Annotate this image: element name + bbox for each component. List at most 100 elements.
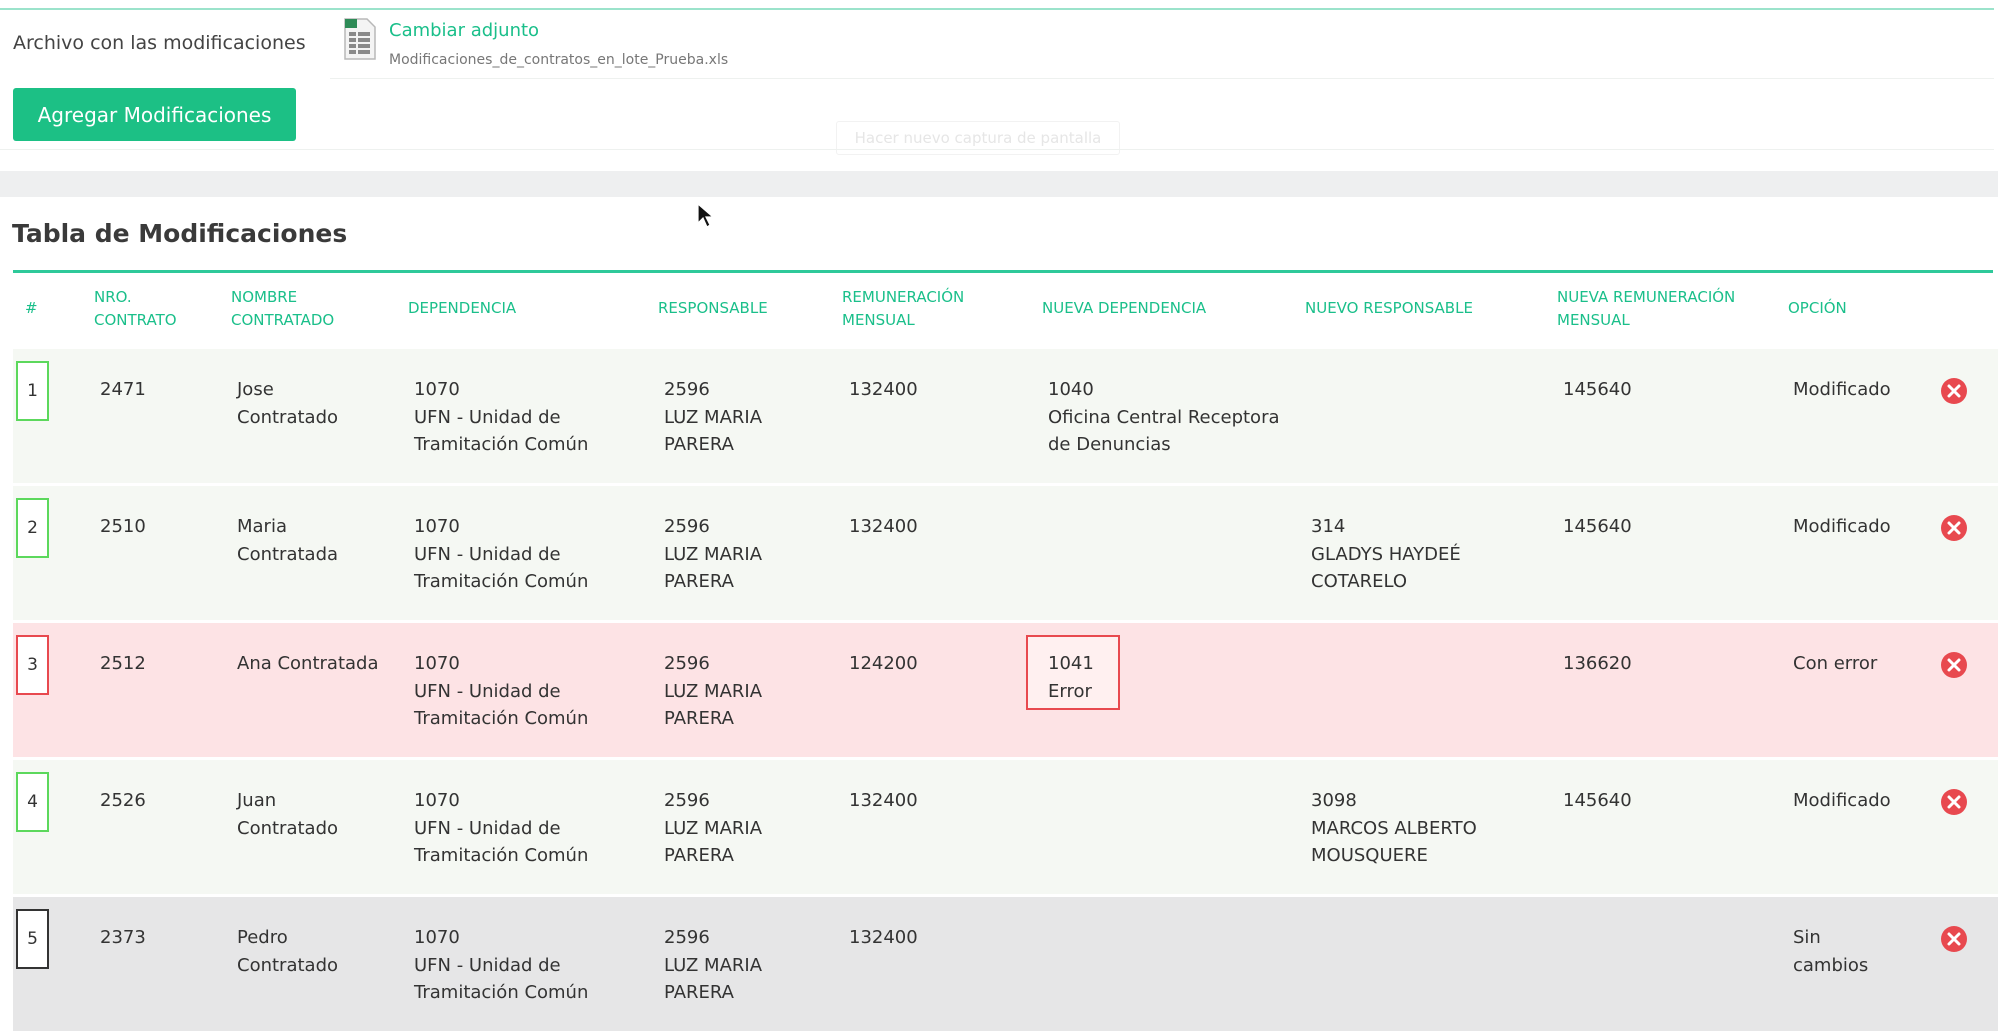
responsible-code: 2596 [664,653,710,674]
new-responsible-line: MOUSQUERE [1311,845,1428,866]
remove-circle-x-icon[interactable] [1940,514,1968,542]
attachment-label: Archivo con las modificaciones [13,32,306,54]
name-line: Juan [237,790,277,811]
header-new-salary[interactable]: NUEVA REMUNERACIÓN MENSUAL [1557,286,1735,332]
responsible-line: LUZ MARIA [664,543,763,565]
row-status: Modificado [1793,376,1891,404]
attachment-file-name: Modificaciones_de_contratos_en_lote_Prue… [389,52,729,68]
dependency-line: UFN - Unidad de [414,817,561,839]
remove-circle-x-icon[interactable] [1940,377,1968,405]
header-line: CONTRATADO [231,311,335,329]
header-contract-number[interactable]: NRO. CONTRATO [94,286,177,332]
responsible-line: LUZ MARIA [664,406,763,428]
header-new-dependency[interactable]: NUEVA DEPENDENCIA [1042,297,1206,320]
dependency-code: 1070 [414,379,460,400]
table-row: 3 2512 Ana Contratada 1070 UFN - Unidad … [13,623,1998,757]
responsible: 2596 LUZ MARIA PARERA [664,376,762,459]
responsible-line: LUZ MARIA [664,817,763,839]
dependency: 1070 UFN - Unidad de Tramitación Común [414,924,588,1007]
dependency: 1070 UFN - Unidad de Tramitación Común [414,787,588,870]
section-separator [0,171,1998,197]
responsible: 2596 LUZ MARIA PARERA [664,924,762,1007]
new-monthly-salary: 145640 [1563,516,1632,537]
row-index: 2 [16,498,49,558]
name-line: Jose [237,379,274,400]
monthly-salary: 132400 [849,927,918,948]
new-responsible-code: 3098 [1311,790,1357,811]
new-responsible-line: COTARELO [1311,571,1408,592]
new-responsible: 314 GLADYS HAYDEÉ COTARELO [1311,513,1461,596]
remove-circle-x-icon[interactable] [1940,788,1968,816]
header-line: REMUNERACIÓN [842,288,965,306]
new-responsible: 3098 MARCOS ALBERTO MOUSQUERE [1311,787,1477,870]
dependency-code: 1070 [414,653,460,674]
dependency-line: Tramitación Común [414,434,589,455]
remove-circle-x-icon[interactable] [1940,925,1968,953]
row-status: Con error [1793,650,1877,678]
row-index: 5 [16,909,49,969]
responsible: 2596 LUZ MARIA PARERA [664,650,762,733]
contract-number: 2471 [100,379,146,400]
upload-divider [330,78,1994,79]
status-line: Modificado [1793,790,1891,811]
table-title: Tabla de Modificaciones [12,219,348,248]
responsible-code: 2596 [664,790,710,811]
responsible-line: PARERA [664,571,734,592]
status-line: Con error [1793,653,1878,674]
dependency-line: Tramitación Común [414,845,589,866]
new-dependency-line: de Denuncias [1048,434,1171,455]
name-line: Maria [237,516,287,537]
row-index: 3 [16,635,49,695]
responsible-line: LUZ MARIA [664,680,763,702]
remove-circle-x-icon[interactable] [1940,651,1968,679]
table-title-underline [13,270,1993,273]
new-dependency: 1040 Oficina Central Receptora de Denunc… [1048,376,1280,459]
header-line: NUEVA REMUNERACIÓN [1557,288,1736,306]
header-option[interactable]: OPCIÓN [1788,297,1847,320]
monthly-salary: 132400 [849,516,918,537]
header-index: # [25,299,38,317]
contractor-name: Pedro Contratado [237,924,338,979]
mouse-cursor-icon [697,203,715,228]
spreadsheet-file-icon [344,18,376,60]
header-new-responsible[interactable]: NUEVO RESPONSABLE [1305,297,1473,320]
contract-number: 2510 [100,516,146,537]
new-responsible-code: 314 [1311,516,1346,537]
responsible-code: 2596 [664,379,710,400]
table-row: 2 2510 Maria Contratada 1070 UFN - Unida… [13,486,1998,620]
new-monthly-salary: 145640 [1563,790,1632,811]
dependency-code: 1070 [414,516,460,537]
header-line: CONTRATO [94,311,177,329]
dependency: 1070 UFN - Unidad de Tramitación Común [414,513,588,596]
new-dependency: 1041 Error [1048,650,1094,705]
row-status: Modificado [1793,787,1891,815]
contractor-name: Maria Contratada [237,513,338,568]
header-name[interactable]: NOMBRE CONTRATADO [231,286,334,332]
header-responsible[interactable]: RESPONSABLE [658,297,768,320]
new-monthly-salary: 145640 [1563,379,1632,400]
responsible: 2596 LUZ MARIA PARERA [664,787,762,870]
dependency-code: 1070 [414,927,460,948]
new-responsible-line: GLADYS HAYDEÉ [1311,543,1461,565]
contract-number: 2512 [100,653,146,674]
contractor-name: Jose Contratado [237,376,338,431]
dependency: 1070 UFN - Unidad de Tramitación Común [414,650,588,733]
status-line: Modificado [1793,379,1891,400]
responsible: 2596 LUZ MARIA PARERA [664,513,762,596]
responsible-code: 2596 [664,516,710,537]
add-modifications-button[interactable]: Agregar Modificaciones [13,88,296,141]
name-line: Contratado [237,954,339,976]
header-salary[interactable]: REMUNERACIÓN MENSUAL [842,286,964,332]
responsible-line: PARERA [664,708,734,729]
header-line: MENSUAL [1557,311,1630,329]
change-attachment-link[interactable]: Cambiar adjunto [389,20,539,41]
table-row: 5 2373 Pedro Contratado 1070 UFN - Unida… [13,897,1998,1031]
header-dependency[interactable]: DEPENDENCIA [408,297,516,320]
responsible-line: PARERA [664,982,734,1003]
dependency-line: UFN - Unidad de [414,406,561,428]
dependency-line: UFN - Unidad de [414,680,561,702]
header-line: NRO. [94,288,132,306]
monthly-salary: 132400 [849,790,918,811]
dependency-line: Tramitación Común [414,982,589,1003]
responsible-code: 2596 [664,927,710,948]
